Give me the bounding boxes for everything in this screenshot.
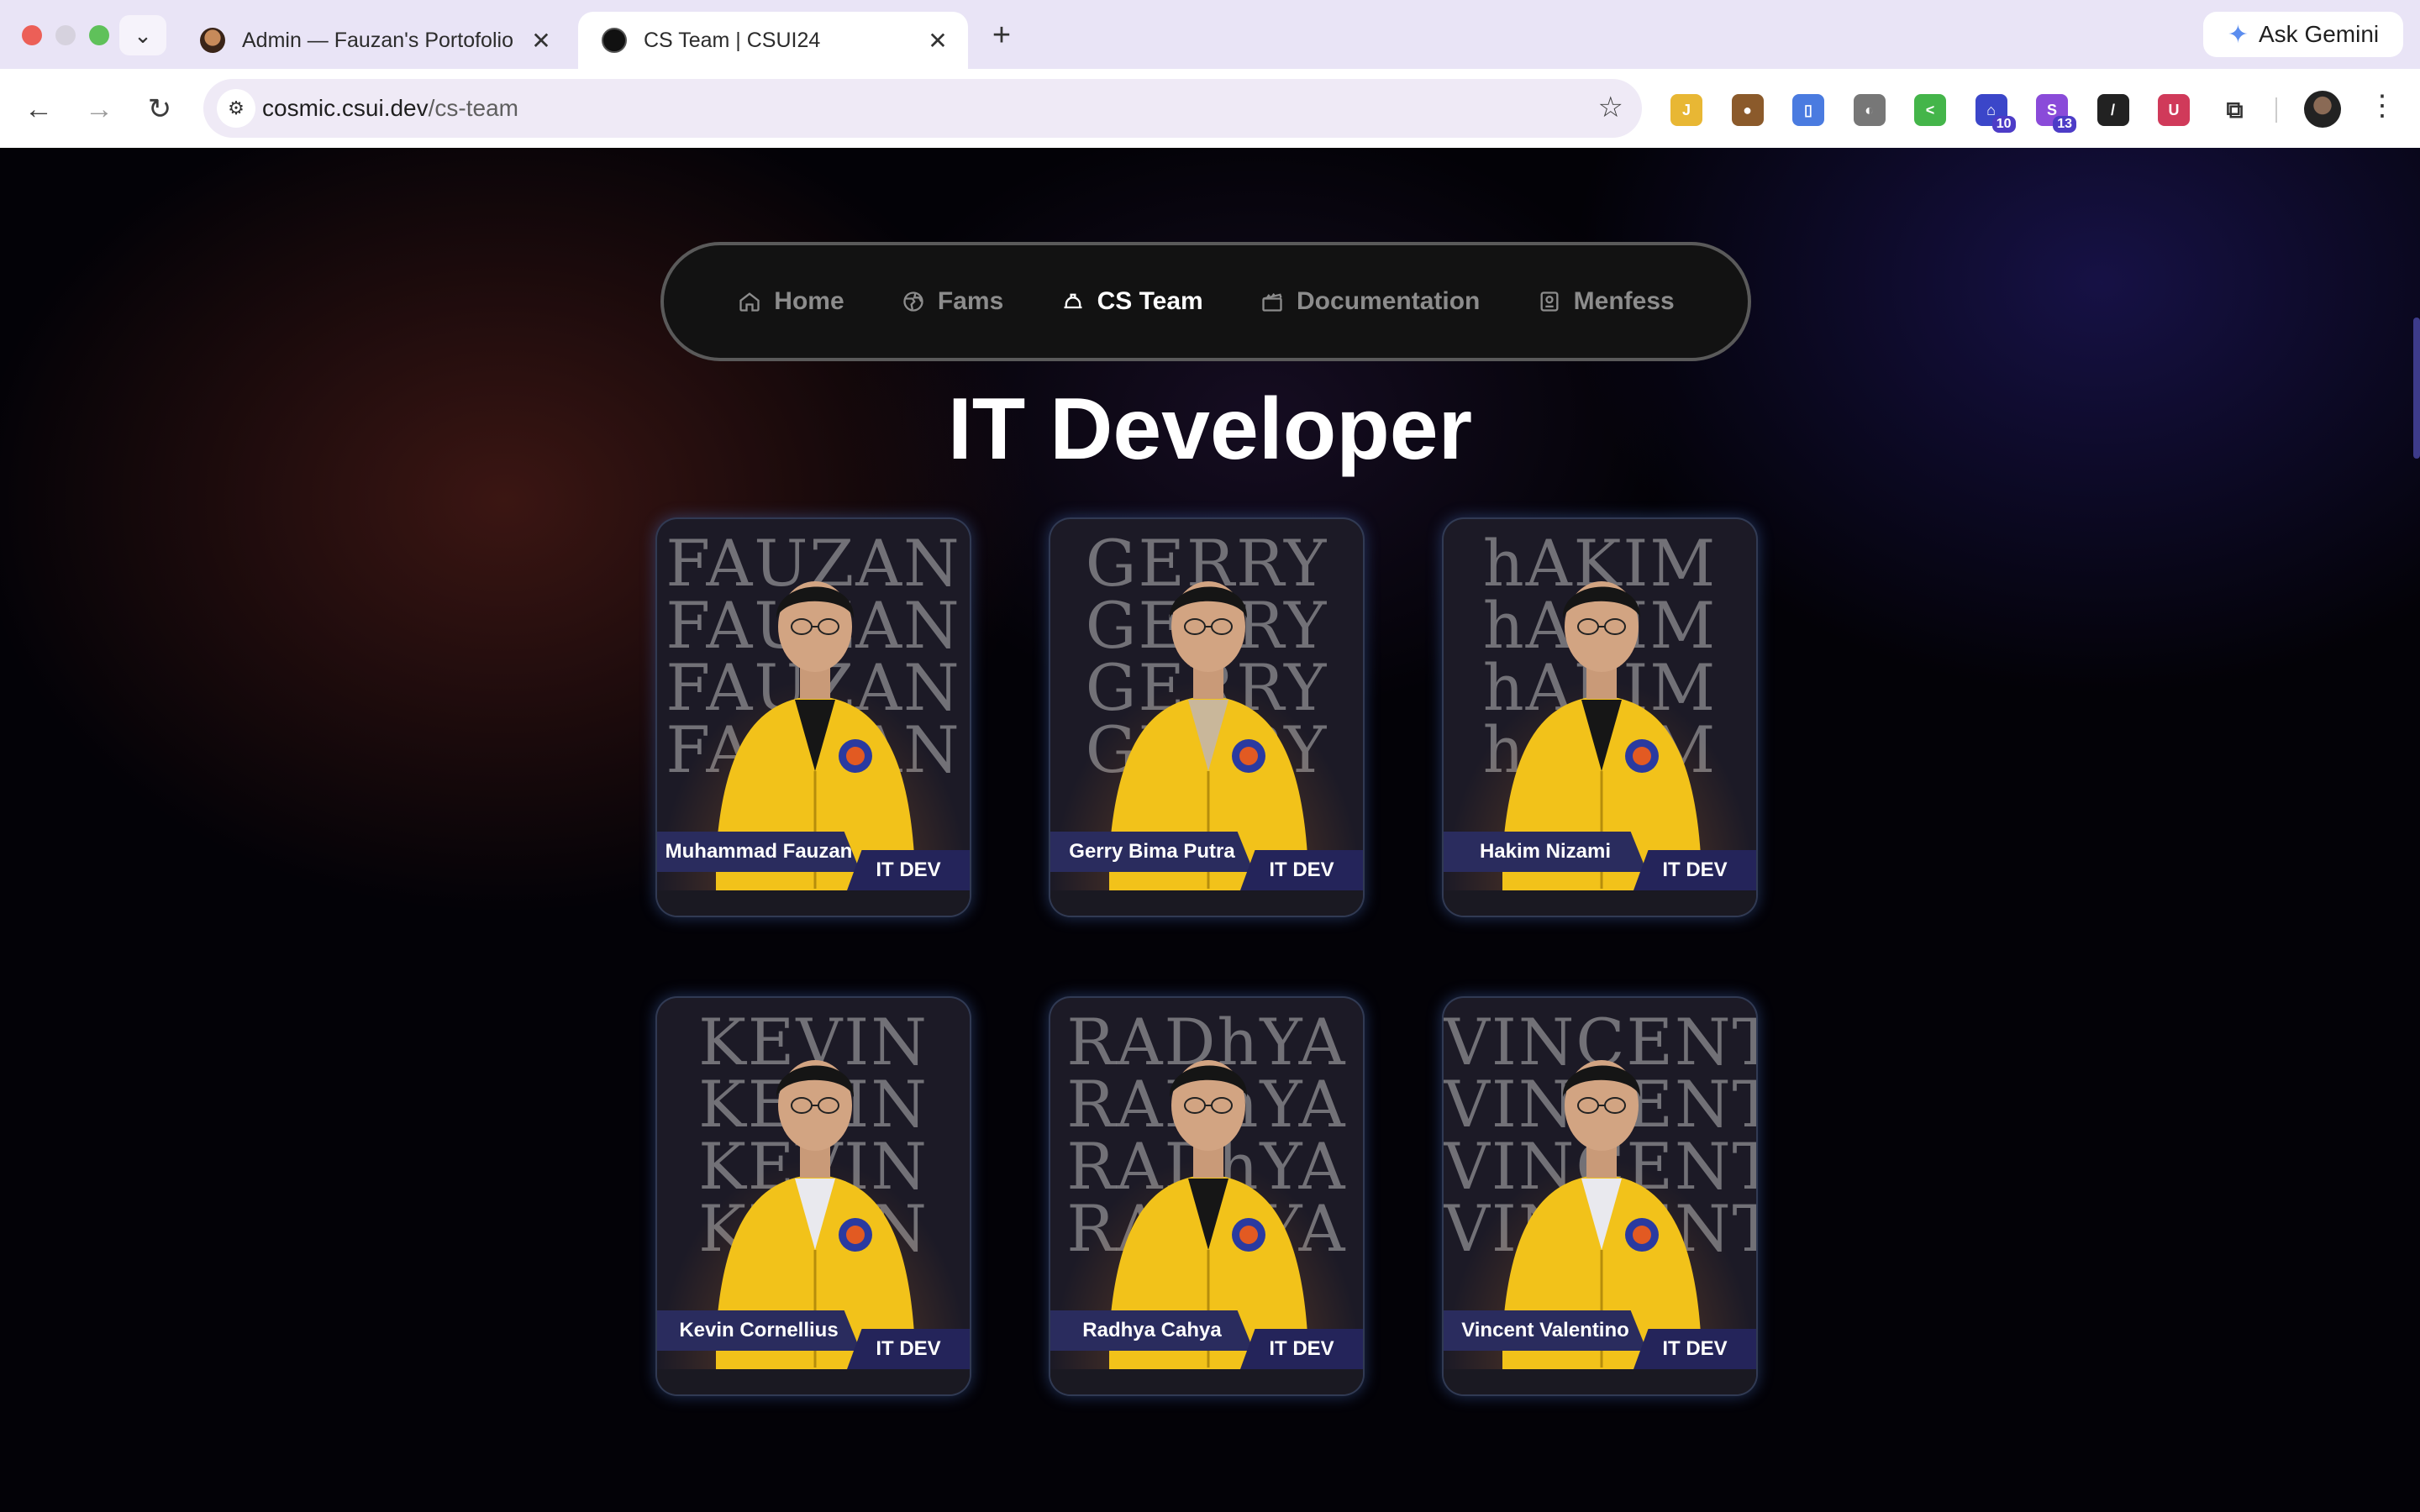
member-role: IT DEV (847, 1329, 970, 1369)
page-viewport: Home Fams CS Team Documentation Menfess (0, 148, 2420, 1512)
profile-avatar[interactable] (2304, 91, 2341, 128)
card-footer (1050, 890, 1363, 916)
address-bar[interactable]: ⚙ cosmic.csui.dev/cs-team ☆ (203, 79, 1642, 138)
close-icon[interactable]: ✕ (924, 27, 951, 55)
member-role: IT DEV (1634, 850, 1756, 890)
team-card[interactable]: FAUZANFAUZANFAUZANFAUZANMuhammad FauzanI… (655, 517, 971, 917)
maximize-window-button[interactable] (89, 25, 109, 45)
back-button[interactable]: ← (18, 89, 59, 129)
nav-label-cs-team: CS Team (1097, 287, 1203, 315)
tab-admin-portfolio[interactable]: Admin — Fauzan's Portofolio ✕ (176, 12, 571, 69)
ask-gemini-button[interactable]: ✦ Ask Gemini (2203, 12, 2403, 57)
arrow-left-icon: ← (24, 93, 53, 125)
puzzle-extension-icon[interactable]: ⧉ (2218, 94, 2251, 126)
globe-icon (901, 289, 926, 314)
section-title: IT Developer (947, 381, 1473, 478)
ext-8-extension-icon[interactable]: / (2096, 94, 2129, 126)
team-card[interactable]: hAKIMhAKIMhAKIMhAKIMHakim NizamiIT DEV (1442, 517, 1758, 917)
ext-3-extension-icon[interactable]: ▯ (1792, 94, 1824, 126)
member-name: Gerry Bima Putra (1050, 832, 1254, 872)
url-host: cosmic.csui.dev (262, 95, 429, 121)
site-nav: Home Fams CS Team Documentation Menfess (660, 242, 1751, 361)
card-footer (657, 890, 970, 916)
close-icon[interactable]: ✕ (528, 27, 555, 55)
forward-button[interactable]: → (79, 89, 119, 129)
arrow-right-icon: → (85, 93, 113, 125)
member-role: IT DEV (1634, 1329, 1756, 1369)
member-role: IT DEV (1240, 850, 1363, 890)
browser-tab-bar: ⌄ Admin — Fauzan's Portofolio ✕ CS Team … (0, 0, 2420, 69)
tab-title: CS Team | CSUI24 (644, 28, 821, 52)
gemini-sparkle-icon: ✦ (2227, 20, 2249, 49)
cosmic-favicon-icon (602, 28, 627, 53)
cookie-extension-icon[interactable]: ● (1731, 94, 1764, 126)
member-name: Kevin Cornellius (657, 1310, 860, 1351)
site-settings-icon[interactable]: ⚙ (217, 89, 255, 128)
nav-label-menfess: Menfess (1573, 287, 1675, 315)
nav-item-cs-team[interactable]: CS Team (1060, 287, 1203, 316)
helmet-icon (1060, 289, 1086, 314)
team-card[interactable]: KEVINKEVINKEVINKEVINKevin CornelliusIT D… (655, 996, 971, 1396)
team-card[interactable]: GERRYGERRYGERRYGERRYGerry Bima PutraIT D… (1049, 517, 1365, 917)
bookmark-star-icon[interactable]: ☆ (1598, 91, 1623, 124)
reload-icon: ↻ (147, 93, 172, 125)
card-footer (657, 1369, 970, 1394)
nav-label-home: Home (774, 287, 844, 315)
tab-title: Admin — Fauzan's Portofolio (242, 28, 513, 52)
tab-search-button[interactable]: ⌄ (119, 15, 166, 55)
portfolio-favicon-icon (200, 28, 225, 53)
ext-6-extension-icon[interactable]: ⌂ 10 (1975, 94, 2016, 133)
team-card[interactable]: VINCENTVINCENTVINCENTVINCENTVincent Vale… (1442, 996, 1758, 1396)
minimize-window-button[interactable] (55, 25, 76, 45)
member-name: Vincent Valentino (1444, 1310, 1647, 1351)
nav-item-fams[interactable]: Fams (901, 287, 1003, 316)
close-window-button[interactable] (22, 25, 42, 45)
ext-7-extension-icon[interactable]: S 13 (2036, 94, 2076, 133)
home-icon (737, 289, 762, 314)
ext-4-extension-icon[interactable]: ◐ (1853, 94, 1886, 126)
nav-item-menfess[interactable]: Menfess (1537, 287, 1675, 316)
ext-5-extension-icon[interactable]: < (1914, 94, 1946, 126)
member-name: Hakim Nizami (1444, 832, 1647, 872)
tab-cs-team[interactable]: CS Team | CSUI24 ✕ (578, 12, 968, 69)
browser-menu-icon[interactable]: ⋮ (2368, 89, 2396, 123)
url-path: /cs-team (428, 95, 518, 121)
clapper-icon (1260, 289, 1285, 314)
extension-badge: 13 (2053, 116, 2076, 133)
member-name: Muhammad Fauzan (657, 832, 860, 872)
nav-item-documentation[interactable]: Documentation (1260, 287, 1480, 316)
ask-gemini-label: Ask Gemini (2258, 21, 2380, 47)
browser-toolbar: ← → ↻ ⚙ cosmic.csui.dev/cs-team ☆ J ● ▯ ◐ < ⌂… (0, 69, 2420, 148)
ext-9-extension-icon[interactable]: U (2158, 94, 2190, 126)
nav-item-home[interactable]: Home (737, 287, 844, 316)
team-card[interactable]: RADhYARADhYARADhYARADhYARadhya CahyaIT D… (1049, 996, 1365, 1396)
contact-icon (1537, 289, 1562, 314)
toolbar-divider (2275, 97, 2277, 123)
member-name: Radhya Cahya (1050, 1310, 1254, 1351)
nav-label-fams: Fams (937, 287, 1004, 315)
ext-1-extension-icon[interactable]: J (1670, 94, 1702, 126)
reload-button[interactable]: ↻ (139, 89, 180, 129)
card-footer (1444, 890, 1756, 916)
member-role: IT DEV (1240, 1329, 1363, 1369)
extension-badge: 10 (1991, 116, 2016, 133)
nav-label-documentation: Documentation (1297, 287, 1481, 315)
new-tab-button[interactable]: + (985, 17, 1018, 54)
member-role: IT DEV (847, 850, 970, 890)
card-footer (1444, 1369, 1756, 1394)
card-footer (1050, 1369, 1363, 1394)
chevron-down-icon: ⌄ (134, 22, 152, 48)
